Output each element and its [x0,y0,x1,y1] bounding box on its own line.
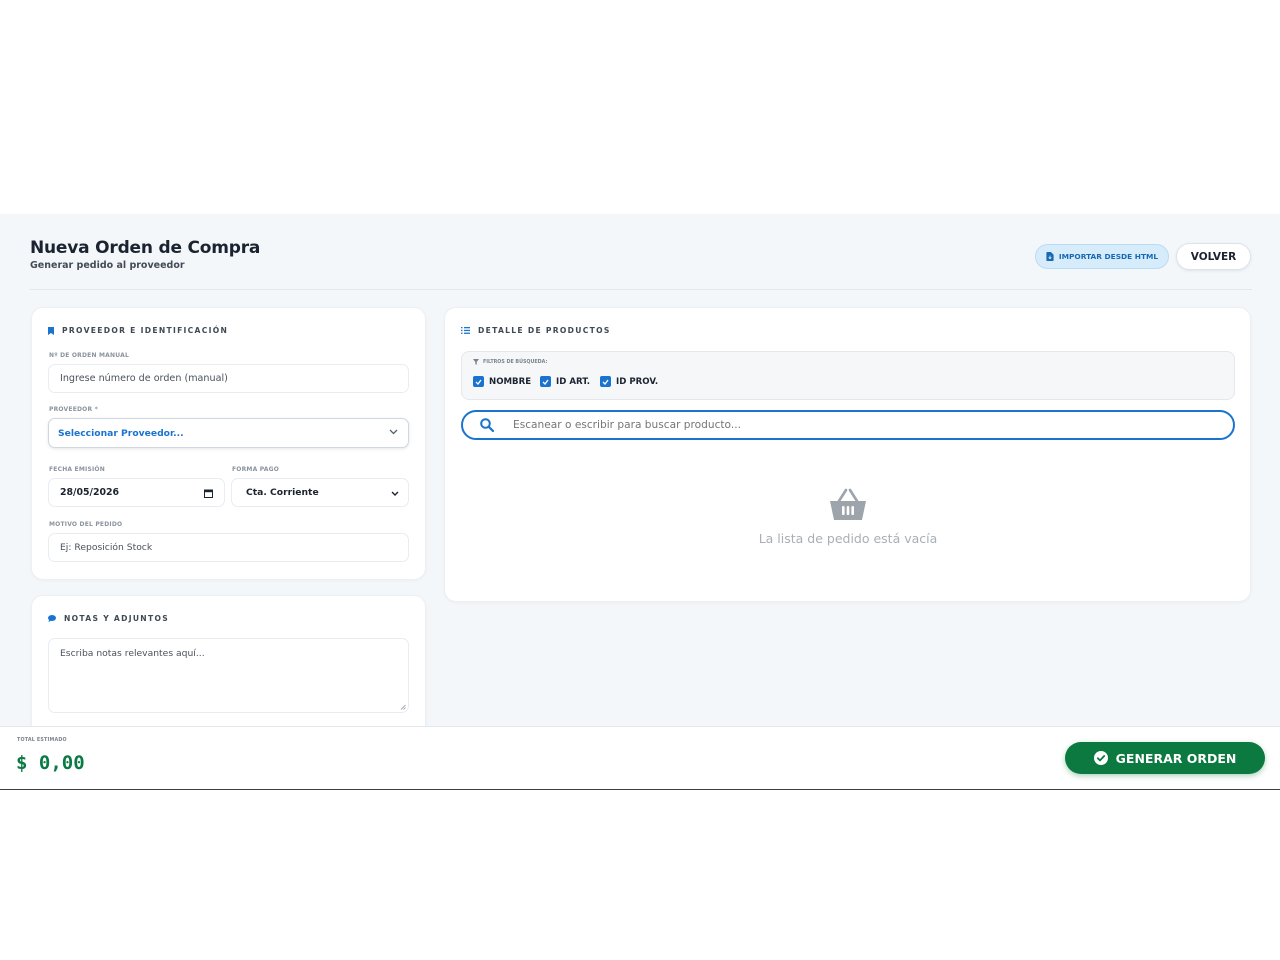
back-button[interactable]: VOLVER [1176,243,1251,270]
filter-id-art-checkbox[interactable]: ID ART. [540,376,590,387]
provider-select-value: Seleccionar Proveedor... [58,427,184,439]
notes-card-title: NOTAS Y ADJUNTOS [48,614,169,623]
chevron-down-icon [391,491,399,496]
page-title: Nueva Orden de Compra [30,238,261,258]
provider-card-title: PROVEEDOR E IDENTIFICACIÓN [48,326,228,335]
check-circle-icon [1093,751,1108,765]
checkbox-icon [473,376,484,387]
list-icon [461,327,470,334]
notes-card-title-text: NOTAS Y ADJUNTOS [64,614,169,623]
checkbox-icon [540,376,551,387]
top-blank-bar [0,0,1280,214]
file-import-icon [1046,252,1054,261]
filter-id-prov-checkbox[interactable]: ID PROV. [600,376,658,387]
generate-order-label: GENERAR ORDEN [1115,750,1237,766]
purchase-order-page: Nueva Orden de Compra Generar pedido al … [0,214,1280,790]
reason-label: MOTIVO DEL PEDIDO [49,521,123,528]
header-divider [30,289,1252,290]
order-footer: TOTAL ESTIMADO $ 0,00 GENERAR ORDEN [0,726,1280,790]
notes-placeholder: Escriba notas relevantes aquí... [60,648,205,659]
reason-input[interactable]: Ej: Reposición Stock [48,533,409,562]
bookmark-icon [48,326,54,335]
basket-icon [830,488,866,520]
payment-label: FORMA PAGO [232,466,280,473]
search-filters-panel: FILTROS DE BÚSQUEDA: NOMBRE ID ART. ID P… [461,351,1235,400]
order-number-label: Nº DE ORDEN MANUAL [49,352,129,359]
provider-label: PROVEEDOR * [49,406,98,413]
provider-card-title-text: PROVEEDOR E IDENTIFICACIÓN [62,326,229,335]
filter-icon [473,359,479,365]
chevron-down-icon [389,429,398,435]
comment-icon [48,615,56,622]
filter-id-art-label: ID ART. [556,376,591,387]
calendar-icon[interactable] [204,489,213,498]
products-card-title: DETALLE DE PRODUCTOS [461,326,611,335]
date-input[interactable]: 28/05/2026 [48,478,225,507]
products-card: DETALLE DE PRODUCTOS FILTROS DE BÚSQUEDA… [444,307,1251,602]
page-header: Nueva Orden de Compra Generar pedido al … [30,238,260,271]
payment-select-value: Cta. Corriente [246,487,319,498]
date-value: 28/05/2026 [60,487,120,498]
import-html-label: IMPORTAR DESDE HTML [1058,252,1159,261]
notes-textarea[interactable]: Escriba notas relevantes aquí... [48,638,409,713]
resize-handle-icon[interactable] [400,704,406,710]
products-card-title-text: DETALLE DE PRODUCTOS [478,326,611,335]
import-html-button[interactable]: IMPORTAR DESDE HTML [1035,244,1169,269]
filter-nombre-label: NOMBRE [489,376,532,387]
product-search-input[interactable] [513,419,1193,431]
filter-nombre-checkbox[interactable]: NOMBRE [473,376,531,387]
filters-label: FILTROS DE BÚSQUEDA: [473,359,547,365]
generate-order-button[interactable]: GENERAR ORDEN [1065,742,1265,774]
order-number-input[interactable]: Ingrese número de orden (manual) [48,364,409,393]
total-label: TOTAL ESTIMADO [17,738,67,743]
payment-select[interactable]: Cta. Corriente [231,478,409,507]
total-value: $ 0,00 [16,752,85,774]
provider-card: PROVEEDOR E IDENTIFICACIÓN Nº DE ORDEN M… [31,307,426,580]
empty-list-message: La lista de pedido está vacía [758,531,938,546]
filter-id-prov-label: ID PROV. [616,376,659,387]
filters-label-text: FILTROS DE BÚSQUEDA: [483,359,548,365]
search-icon [480,418,494,432]
date-label: FECHA EMISIÓN [49,466,105,473]
page-subtitle: Generar pedido al proveedor [30,260,185,271]
checkbox-icon [600,376,611,387]
product-search-bar[interactable] [461,410,1235,440]
provider-select[interactable]: Seleccionar Proveedor... [48,418,409,448]
